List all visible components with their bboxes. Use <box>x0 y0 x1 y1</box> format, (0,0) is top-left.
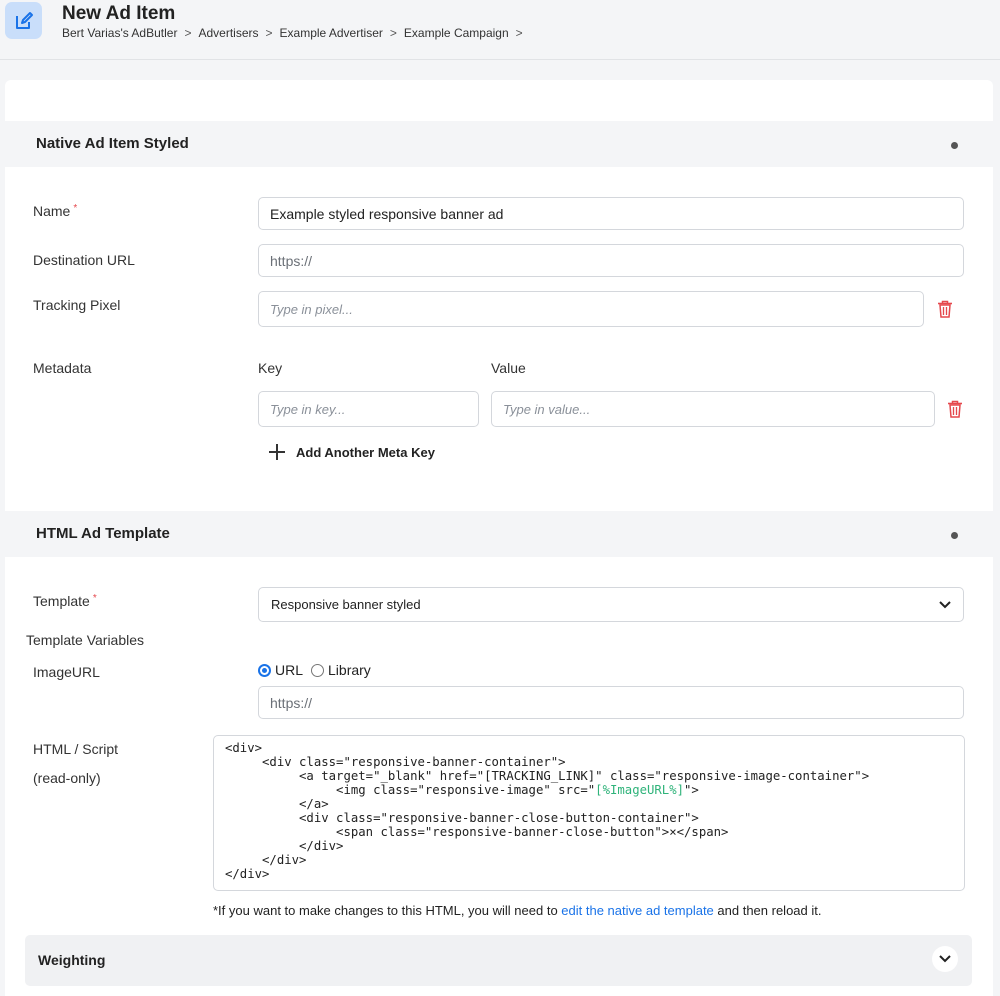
required-mark: * <box>73 203 78 214</box>
note-text: *If you want to make changes to this HTM… <box>213 903 562 918</box>
note-text: and then reload it. <box>713 903 822 918</box>
metadata-key-field[interactable]: Type in key... <box>258 391 479 427</box>
destination-url-field[interactable]: https:// <box>258 244 964 277</box>
code-line: </div> <box>225 853 307 867</box>
metadata-value-field[interactable]: Type in value... <box>491 391 935 427</box>
template-section-header[interactable]: HTML Ad Template <box>5 511 993 557</box>
tracking-pixel-label: Tracking Pixel <box>33 297 121 313</box>
section-status-dot <box>951 142 958 149</box>
code-text: "> <box>684 783 699 797</box>
edit-icon <box>5 2 42 39</box>
delete-metadata-icon[interactable] <box>947 400 963 418</box>
breadcrumb-campaign[interactable]: Example Campaign <box>404 26 509 40</box>
imageurl-label: ImageURL <box>33 664 100 680</box>
native-section-header[interactable]: Native Ad Item Styled <box>5 121 993 167</box>
edit-template-link[interactable]: edit the native ad template <box>561 903 714 918</box>
code-line: <div class="responsive-banner-close-butt… <box>225 811 699 825</box>
section-title: Native Ad Item Styled <box>36 135 189 152</box>
code-line: <span class="responsive-banner-close-but… <box>225 825 729 839</box>
template-variables-label: Template Variables <box>26 632 145 648</box>
html-edit-note: *If you want to make changes to this HTM… <box>213 903 822 918</box>
imageurl-source-radio-group: URL Library <box>258 662 371 678</box>
breadcrumb-separator: > <box>184 26 192 40</box>
metadata-label: Metadata <box>33 360 92 376</box>
weighting-section[interactable]: Weighting <box>25 935 972 986</box>
code-line: </div> <box>225 839 344 853</box>
plus-icon <box>269 444 285 460</box>
breadcrumb-advertiser[interactable]: Example Advertiser <box>280 26 383 40</box>
code-line: </div> <box>225 867 270 881</box>
name-field[interactable]: Example styled responsive banner ad <box>258 197 964 230</box>
page-header: New Ad Item Bert Varias's AdButler > Adv… <box>0 0 1000 60</box>
chevron-down-icon <box>939 600 951 608</box>
delete-tracking-pixel-icon[interactable] <box>937 300 953 318</box>
name-label: Name * <box>33 203 77 219</box>
add-meta-key-button[interactable]: Add Another Meta Key <box>268 443 435 461</box>
breadcrumb-adbutler[interactable]: Bert Varias's AdButler <box>62 26 177 40</box>
radio-library[interactable] <box>311 663 325 677</box>
radio-url[interactable] <box>258 663 271 677</box>
code-line: <a target="_blank" href="[TRACKING_LINK]… <box>225 769 870 783</box>
weighting-title: Weighting <box>38 952 106 968</box>
expand-weighting-button[interactable] <box>932 946 958 972</box>
html-code-box[interactable]: <div> <div class="responsive-banner-cont… <box>213 735 965 891</box>
radio-library-label[interactable]: Library <box>328 662 371 678</box>
metadata-key-header: Key <box>258 360 283 376</box>
breadcrumb-separator: > <box>389 26 397 40</box>
imageurl-field[interactable]: https:// <box>258 686 964 719</box>
code-line: </a> <box>225 797 329 811</box>
code-line: <img class="responsive-image" src="[%Ima… <box>225 783 953 797</box>
radio-url-label[interactable]: URL <box>275 662 303 678</box>
tracking-pixel-field[interactable]: Type in pixel... <box>258 291 924 327</box>
section-status-dot <box>951 532 958 539</box>
metadata-value-header: Value <box>491 360 526 376</box>
breadcrumb-advertisers[interactable]: Advertisers <box>198 26 258 40</box>
code-template-variable: [%ImageURL%] <box>595 783 685 797</box>
html-script-label: HTML / Script <box>33 741 119 757</box>
page-title: New Ad Item <box>62 3 176 24</box>
template-select[interactable]: Responsive banner styled <box>258 587 964 622</box>
code-line: <div> <box>225 741 263 755</box>
code-text: <img class="responsive-image" src=" <box>225 783 596 797</box>
readonly-label: (read-only) <box>33 770 101 786</box>
name-label-text: Name <box>33 203 71 219</box>
breadcrumb-separator: > <box>515 26 523 40</box>
required-mark: * <box>92 593 97 604</box>
code-line: <div class="responsive-banner-container"… <box>225 755 566 769</box>
destination-url-label: Destination URL <box>33 252 135 268</box>
template-select-value: Responsive banner styled <box>271 597 421 612</box>
add-meta-key-label: Add Another Meta Key <box>296 444 435 460</box>
template-label-text: Template <box>33 593 90 609</box>
section-title: HTML Ad Template <box>36 525 170 542</box>
chevron-down-icon <box>939 955 951 963</box>
breadcrumb-separator: > <box>265 26 273 40</box>
breadcrumb: Bert Varias's AdButler > Advertisers > E… <box>62 26 530 40</box>
template-label: Template * <box>33 593 97 609</box>
